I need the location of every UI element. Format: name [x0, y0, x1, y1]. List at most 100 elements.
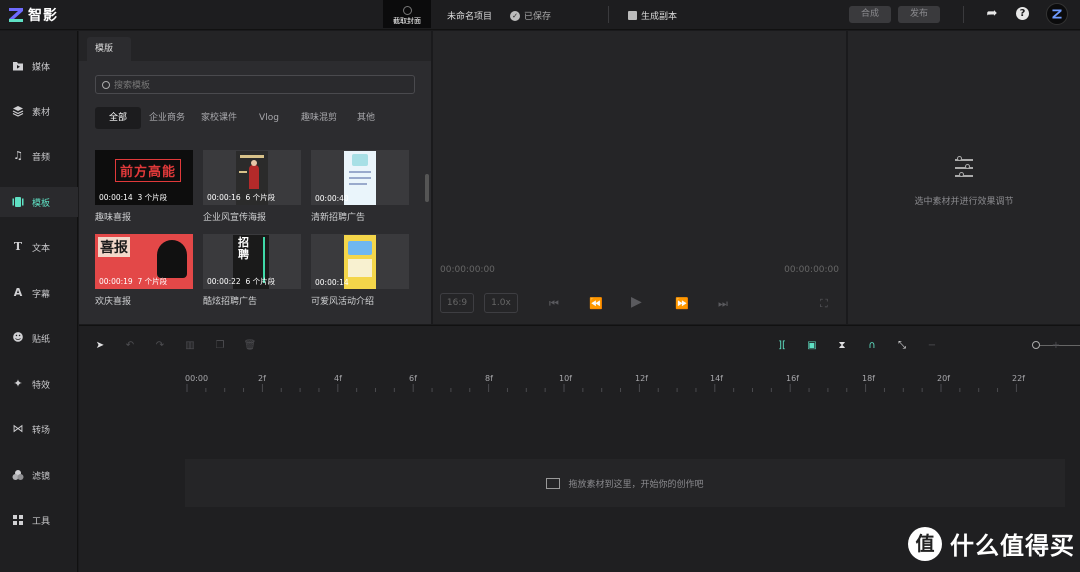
template-thumbnail: 00:00:14	[311, 234, 409, 289]
category-fun-mix[interactable]: 趣味混剪	[293, 107, 345, 129]
template-title: 可爱风活动介绍	[311, 297, 375, 307]
sidebar-item-assets[interactable]: 素材	[0, 96, 78, 126]
drop-hint-label: 拖放素材到这里，开始你的创作吧	[568, 479, 704, 490]
camera-icon	[402, 6, 412, 15]
compose-button[interactable]: 合成	[849, 6, 891, 23]
category-school[interactable]: 家校课件	[193, 107, 245, 129]
fullscreen-icon[interactable]: ⛶	[820, 297, 828, 311]
sidebar-item-filters[interactable]: 滤镜	[0, 460, 78, 490]
zoom-in-icon[interactable]: +	[1049, 339, 1063, 353]
app-name: 智影	[28, 8, 58, 24]
music-note-icon: ♫	[13, 149, 23, 162]
delete-icon[interactable]: 🗑	[243, 339, 257, 353]
sidebar-item-label: 字幕	[32, 289, 51, 300]
character-art	[157, 240, 187, 278]
search-input[interactable]: 搜索模板	[95, 75, 415, 94]
sidebar-item-media[interactable]: 媒体	[0, 51, 78, 81]
category-business[interactable]: 企业商务	[141, 107, 193, 129]
sidebar-item-transitions[interactable]: ⋈ 转场	[0, 414, 78, 444]
rewind-icon[interactable]: ⏪	[589, 297, 603, 310]
template-card[interactable]: 00:00:40 清新招聘广告	[311, 150, 409, 223]
fast-forward-icon[interactable]: ⏩	[675, 297, 689, 310]
share-icon[interactable]: ➦	[984, 6, 1000, 22]
skip-end-icon[interactable]: ⏭	[718, 297, 728, 311]
template-card[interactable]: 前方高能 00:00:14 3 个片段 趣味喜报	[95, 150, 193, 223]
publish-button[interactable]: 发布	[898, 6, 940, 23]
template-scrollbar[interactable]	[425, 174, 429, 202]
capture-cover-label: 截取封面	[393, 17, 421, 25]
copy-icon[interactable]: ❐	[213, 339, 227, 353]
save-status: ✓ 已保存	[510, 9, 551, 22]
split-icon[interactable]: ▥	[183, 339, 197, 353]
sidebar-item-stickers[interactable]: ☻ 贴纸	[0, 323, 78, 353]
help-icon[interactable]: ?	[1016, 7, 1029, 20]
category-other[interactable]: 其他	[345, 107, 387, 129]
redo-icon[interactable]: ↷	[153, 339, 167, 353]
avatar-logo-icon	[1052, 9, 1062, 19]
template-thumbnail: 前方高能 00:00:14 3 个片段	[95, 150, 193, 205]
fit-track-icon[interactable]: ▣	[805, 339, 819, 353]
generate-copy-label: 生成副本	[641, 12, 678, 22]
play-icon[interactable]: ▶	[631, 294, 642, 310]
ruler-label: 10f	[559, 374, 572, 383]
sidebar-item-subtitles[interactable]: A 字幕	[0, 278, 78, 308]
zoom-slider-handle[interactable]	[1032, 341, 1040, 349]
sidebar-item-effects[interactable]: ✦ 特效	[0, 369, 78, 399]
template-thumbnail: 招聘 00:00:22 6 个片段	[203, 234, 301, 289]
text-t-icon: T	[13, 240, 23, 253]
template-card[interactable]: 00:00:14 可爱风活动介绍	[311, 234, 409, 307]
template-thumbnail: 喜报 00:00:19 7 个片段	[95, 234, 193, 289]
ruler-ticks	[186, 384, 1017, 392]
thumbnail-headline: 招聘	[238, 236, 249, 261]
select-cursor-icon[interactable]: ➤	[93, 339, 107, 353]
tab-templates[interactable]: 模版	[87, 37, 131, 61]
sticker-face-icon: ☻	[12, 331, 24, 344]
ruler-label: 8f	[485, 374, 493, 383]
category-tabs: 全部 企业商务 家校课件 Vlog 趣味混剪 其他	[95, 107, 387, 129]
category-vlog[interactable]: Vlog	[245, 107, 293, 129]
ruler-label: 00:00	[185, 374, 209, 383]
ruler-label: 12f	[635, 374, 648, 383]
ruler-label: 18f	[862, 374, 875, 383]
template-meta: 00:00:40	[315, 194, 349, 203]
search-placeholder: 搜索模板	[114, 81, 151, 91]
filter-circles-icon	[12, 470, 24, 480]
aspect-ratio-button[interactable]: 16:9	[440, 293, 474, 313]
sidebar-item-templates[interactable]: 模板	[0, 187, 78, 217]
undo-icon[interactable]: ↶	[123, 339, 137, 353]
copy-document-icon	[628, 11, 637, 20]
check-circle-icon: ✓	[510, 10, 520, 21]
playback-speed-button[interactable]: 1.0x	[484, 293, 518, 313]
zoom-out-icon[interactable]: −	[925, 339, 939, 353]
category-all[interactable]: 全部	[95, 107, 142, 129]
sidebar-item-text[interactable]: T 文本	[0, 232, 78, 262]
template-meta: 00:00:22 6 个片段	[207, 277, 276, 286]
sidebar-item-label: 工具	[32, 516, 51, 527]
project-name[interactable]: 未命名项目	[447, 9, 492, 22]
transition-icon: ⋈	[12, 422, 24, 435]
ruler-label: 4f	[334, 374, 342, 383]
generate-copy-button[interactable]: 生成副本	[628, 9, 677, 22]
template-card[interactable]: 招聘 00:00:22 6 个片段 酷炫招聘广告	[203, 234, 301, 307]
template-card[interactable]: 喜报 00:00:19 7 个片段 欢庆喜报	[95, 234, 193, 307]
save-status-label: 已保存	[524, 12, 552, 22]
collapse-icon[interactable]: ⤡	[895, 339, 909, 353]
sidebar-item-label: 转场	[32, 425, 51, 436]
sidebar-item-label: 特效	[32, 380, 51, 391]
skip-start-icon[interactable]: ⏮	[549, 297, 559, 311]
template-title: 酷炫招聘广告	[203, 297, 258, 307]
avatar[interactable]	[1046, 3, 1068, 25]
sidebar-item-tools[interactable]: 工具	[0, 505, 78, 535]
snap-icon[interactable]: ][	[775, 339, 789, 353]
capture-cover-button[interactable]: 截取封面	[383, 0, 431, 28]
sidebar: 媒体 素材 ♫ 音频 模板 T 文本 A 字幕 ☻ 贴纸 ✦ 特效 ⋈ 转场 滤…	[0, 31, 78, 572]
sidebar-item-audio[interactable]: ♫ 音频	[0, 141, 78, 171]
template-card[interactable]: 00:00:16 6 个片段 企业风宣传海报	[203, 150, 301, 223]
template-thumbnail: 00:00:40	[311, 150, 409, 205]
ruler-label: 22f	[1012, 374, 1025, 383]
empty-track[interactable]: 拖放素材到这里，开始你的创作吧	[185, 459, 1065, 507]
divider	[608, 6, 609, 23]
zhiying-logo-icon	[9, 8, 23, 22]
magnet-icon[interactable]: ∩	[865, 339, 879, 353]
split-audio-icon[interactable]: ⧗	[835, 339, 849, 353]
